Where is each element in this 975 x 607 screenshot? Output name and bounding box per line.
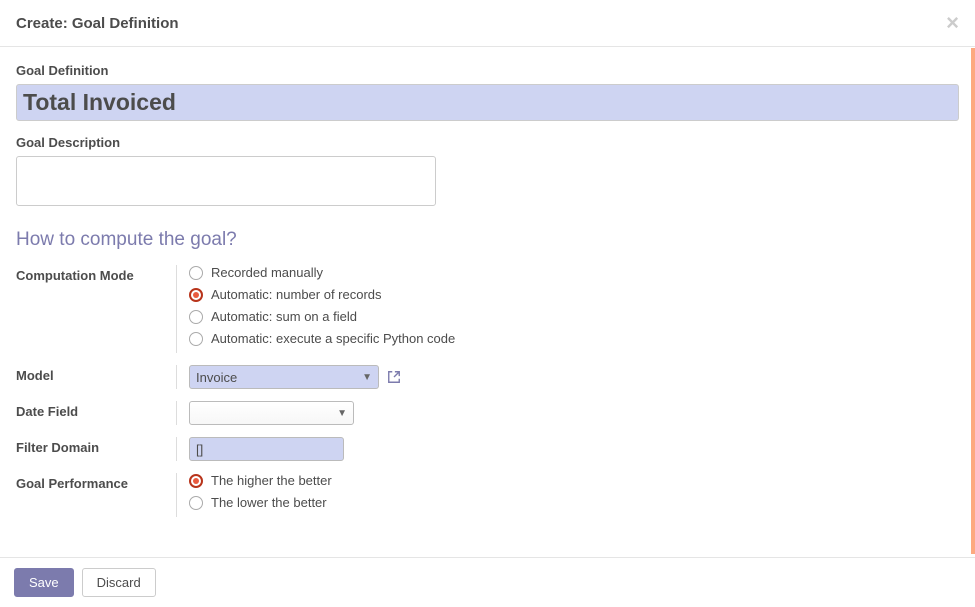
close-button[interactable]: ×: [946, 12, 959, 34]
date-field-row: Date Field ▼: [16, 401, 959, 425]
radio-label: Automatic: sum on a field: [211, 309, 357, 324]
filter-domain-value-cell: [176, 437, 959, 461]
computation-mode-label: Computation Mode: [16, 265, 176, 283]
goal-definition-group: Goal Definition: [16, 63, 959, 121]
external-link-icon[interactable]: [387, 370, 401, 384]
date-field-label: Date Field: [16, 401, 176, 419]
goal-performance-row: Goal Performance The higher the better T…: [16, 473, 959, 517]
modal-header: Create: Goal Definition ×: [0, 0, 975, 47]
radio-recorded-manually[interactable]: Recorded manually: [189, 265, 959, 280]
modal-footer: Save Discard: [0, 557, 975, 607]
radio-label: Automatic: number of records: [211, 287, 382, 302]
filter-domain-row: Filter Domain: [16, 437, 959, 461]
goal-performance-options: The higher the better The lower the bett…: [176, 473, 959, 517]
radio-icon-selected: [189, 288, 203, 302]
radio-higher-better[interactable]: The higher the better: [189, 473, 959, 488]
compute-section-title: How to compute the goal?: [16, 229, 959, 251]
goal-description-textarea[interactable]: [16, 156, 436, 206]
radio-icon-selected: [189, 474, 203, 488]
filter-domain-label: Filter Domain: [16, 437, 176, 455]
modal-title: Create: Goal Definition: [16, 15, 179, 32]
modal-body: Goal Definition Goal Description How to …: [0, 47, 975, 545]
goal-description-group: Goal Description: [16, 135, 959, 209]
radio-label: The lower the better: [211, 495, 327, 510]
chevron-down-icon: ▼: [337, 408, 347, 419]
radio-auto-sum[interactable]: Automatic: sum on a field: [189, 309, 959, 324]
date-field-value-cell: ▼: [176, 401, 959, 425]
goal-performance-label: Goal Performance: [16, 473, 176, 491]
radio-icon: [189, 332, 203, 346]
discard-button[interactable]: Discard: [82, 568, 156, 597]
goal-definition-input[interactable]: [16, 84, 959, 121]
model-select-wrap: Invoice ▼: [189, 365, 401, 389]
filter-domain-input[interactable]: [189, 437, 344, 461]
radio-auto-records[interactable]: Automatic: number of records: [189, 287, 959, 302]
radio-icon: [189, 310, 203, 324]
goal-definition-label: Goal Definition: [16, 63, 959, 78]
radio-icon: [189, 496, 203, 510]
date-field-select[interactable]: ▼: [189, 401, 354, 425]
chevron-down-icon: ▼: [362, 372, 372, 383]
model-select[interactable]: Invoice ▼: [189, 365, 379, 389]
scrollbar-thumb[interactable]: [971, 48, 975, 554]
radio-lower-better[interactable]: The lower the better: [189, 495, 959, 510]
computation-mode-options: Recorded manually Automatic: number of r…: [176, 265, 959, 353]
goal-description-label: Goal Description: [16, 135, 959, 150]
model-select-value: Invoice: [196, 370, 237, 385]
radio-label: The higher the better: [211, 473, 332, 488]
radio-label: Automatic: execute a specific Python cod…: [211, 331, 455, 346]
model-row: Model Invoice ▼: [16, 365, 959, 389]
model-value-cell: Invoice ▼: [176, 365, 959, 389]
radio-auto-python[interactable]: Automatic: execute a specific Python cod…: [189, 331, 959, 346]
computation-mode-row: Computation Mode Recorded manually Autom…: [16, 265, 959, 353]
model-label: Model: [16, 365, 176, 383]
save-button[interactable]: Save: [14, 568, 74, 597]
radio-icon: [189, 266, 203, 280]
radio-label: Recorded manually: [211, 265, 323, 280]
